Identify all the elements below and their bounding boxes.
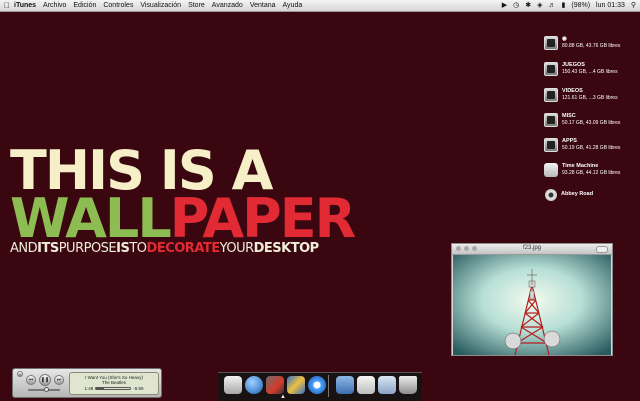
previous-track-button[interactable]: ⏮ xyxy=(26,375,36,385)
elapsed-time: 1:48 xyxy=(84,386,94,391)
menu-ventana[interactable]: Ventana xyxy=(250,2,276,9)
drive-juegos[interactable]: JUEGOS 150.43 GB, ...4 GB libres xyxy=(544,62,618,76)
now-playing-display: I Want You (She's So Heavy) The Beatles … xyxy=(69,372,159,395)
menu-avanzado[interactable]: Avanzado xyxy=(212,2,243,9)
tower-photo xyxy=(453,255,611,355)
wallpaper-text: THIS IS A WALLPAPER ANDITSPURPOSEISTODEC… xyxy=(10,144,356,256)
song-artist: The Beatles xyxy=(101,380,126,385)
progress-fill xyxy=(96,388,105,389)
time-machine-drive-icon xyxy=(544,163,558,177)
menu-edicion[interactable]: Edición xyxy=(73,2,96,9)
hard-drive-icon xyxy=(544,138,558,152)
hard-drive-icon xyxy=(544,36,558,50)
menu-store[interactable]: Store xyxy=(188,2,205,9)
time-machine-icon[interactable]: ◷ xyxy=(513,0,519,11)
photo-app-icon[interactable] xyxy=(287,376,305,394)
toolbar-toggle-button[interactable] xyxy=(596,246,608,253)
wallpaper-word: DESKTOP xyxy=(253,241,320,256)
network-icon[interactable] xyxy=(245,376,263,394)
dock-separator xyxy=(328,375,329,397)
apple-menu-icon[interactable]:  xyxy=(0,1,14,10)
window-title: f23.jpg xyxy=(522,245,541,251)
drive-info: 50.19 GB, 41.28 GB libres xyxy=(562,145,621,151)
drive-info: 80.88 GB, 43.76 GB libres xyxy=(562,43,621,49)
documents-folder-icon[interactable] xyxy=(357,376,375,394)
mail-stack-icon[interactable] xyxy=(378,376,396,394)
trash-icon[interactable] xyxy=(399,376,417,394)
drive-info: 121.61 GB, ...3 GB libres xyxy=(562,95,618,101)
wallpaper-word: PURPOSE xyxy=(58,241,117,256)
drive-misc[interactable]: MISC 50.17 GB, 43.09 GB libres xyxy=(544,113,620,127)
drive-name: VIDEOS xyxy=(562,88,583,94)
wallpaper-word: YOUR xyxy=(219,241,255,256)
menu-controles[interactable]: Controles xyxy=(103,2,133,9)
drive-macintosh-hd[interactable]: ◉ 80.88 GB, 43.76 GB libres xyxy=(544,36,620,50)
volume-slider[interactable] xyxy=(28,387,60,392)
wallpaper-word: AND xyxy=(10,241,38,256)
battery-percentage[interactable]: (98%) xyxy=(571,0,590,11)
bluetooth-icon[interactable]: ✱ xyxy=(525,0,531,11)
hard-drive-icon xyxy=(544,113,558,127)
drive-info: 50.17 GB, 43.09 GB libres xyxy=(562,120,621,126)
wallpaper-word: TO xyxy=(129,241,147,256)
drive-name: Time Machine xyxy=(562,163,599,169)
hard-drive-icon xyxy=(544,88,558,102)
drive-time-machine[interactable]: Time Machine 93.28 GB, 44.12 GB libres xyxy=(544,163,620,177)
cd-icon xyxy=(545,189,557,201)
app-menu[interactable]: iTunes xyxy=(14,2,36,9)
menu-visualizacion[interactable]: Visualización xyxy=(140,2,181,9)
wallpaper-line-2: WALLPAPER xyxy=(10,192,356,246)
dock: ▲ xyxy=(218,372,422,401)
hard-drive-icon xyxy=(544,62,558,76)
drive-videos[interactable]: VIDEOS 121.61 GB, ...3 GB libres xyxy=(544,88,618,102)
wifi-icon[interactable]: ◈ xyxy=(537,0,542,11)
play-status-icon[interactable]: ▶ xyxy=(502,0,507,11)
drive-name: Abbey Road xyxy=(561,191,594,197)
progress-bar[interactable] xyxy=(95,387,132,390)
running-indicator: ▲ xyxy=(280,394,286,400)
safari-icon[interactable] xyxy=(308,376,326,394)
spotlight-icon[interactable]: ⚲ xyxy=(631,0,636,11)
battery-icon[interactable]: ▮ xyxy=(562,0,566,11)
wallpaper-word: IS xyxy=(116,241,130,256)
applications-folder-icon[interactable] xyxy=(336,376,354,394)
menu-ayuda[interactable]: Ayuda xyxy=(283,2,303,9)
wallpaper-line-3: ANDITSPURPOSEISTODECORATEYOURDESKTOP xyxy=(10,242,354,256)
finder-icon[interactable] xyxy=(224,376,242,394)
wallpaper-word: DECORATE xyxy=(146,241,221,256)
app-icon[interactable] xyxy=(266,376,284,394)
remaining-time: -5:59 xyxy=(133,386,144,391)
drive-apps[interactable]: APPS 50.19 GB, 41.28 GB libres xyxy=(544,138,620,152)
next-track-button[interactable]: ⏭ xyxy=(54,375,64,385)
pause-button[interactable]: ❚❚ xyxy=(39,374,51,386)
menu-archivo[interactable]: Archivo xyxy=(43,2,66,9)
itunes-mini-player[interactable]: × ⏮ ❚❚ ⏭ I Want You (She's So Heavy) The… xyxy=(12,368,162,398)
drive-name: ◉ xyxy=(562,36,567,42)
window-titlebar[interactable]: f23.jpg xyxy=(452,244,612,255)
volume-icon[interactable]: ♬ xyxy=(549,0,556,11)
drive-name: APPS xyxy=(562,138,577,144)
drive-info: 93.28 GB, 44.12 GB libres xyxy=(562,170,621,176)
clock[interactable]: lun 01:33 xyxy=(596,0,625,11)
drive-info: 150.43 GB, ...4 GB libres xyxy=(562,69,618,75)
preview-window[interactable]: f23.jpg xyxy=(451,243,613,356)
wallpaper-word: ITS xyxy=(37,241,59,256)
close-icon[interactable]: × xyxy=(17,371,23,377)
menu-bar:  iTunes Archivo Edición Controles Visua… xyxy=(0,0,640,12)
drive-abbey-road[interactable]: Abbey Road xyxy=(544,189,593,201)
drive-name: JUEGOS xyxy=(562,62,585,68)
drive-name: MISC xyxy=(562,113,576,119)
volume-knob[interactable] xyxy=(43,387,49,392)
